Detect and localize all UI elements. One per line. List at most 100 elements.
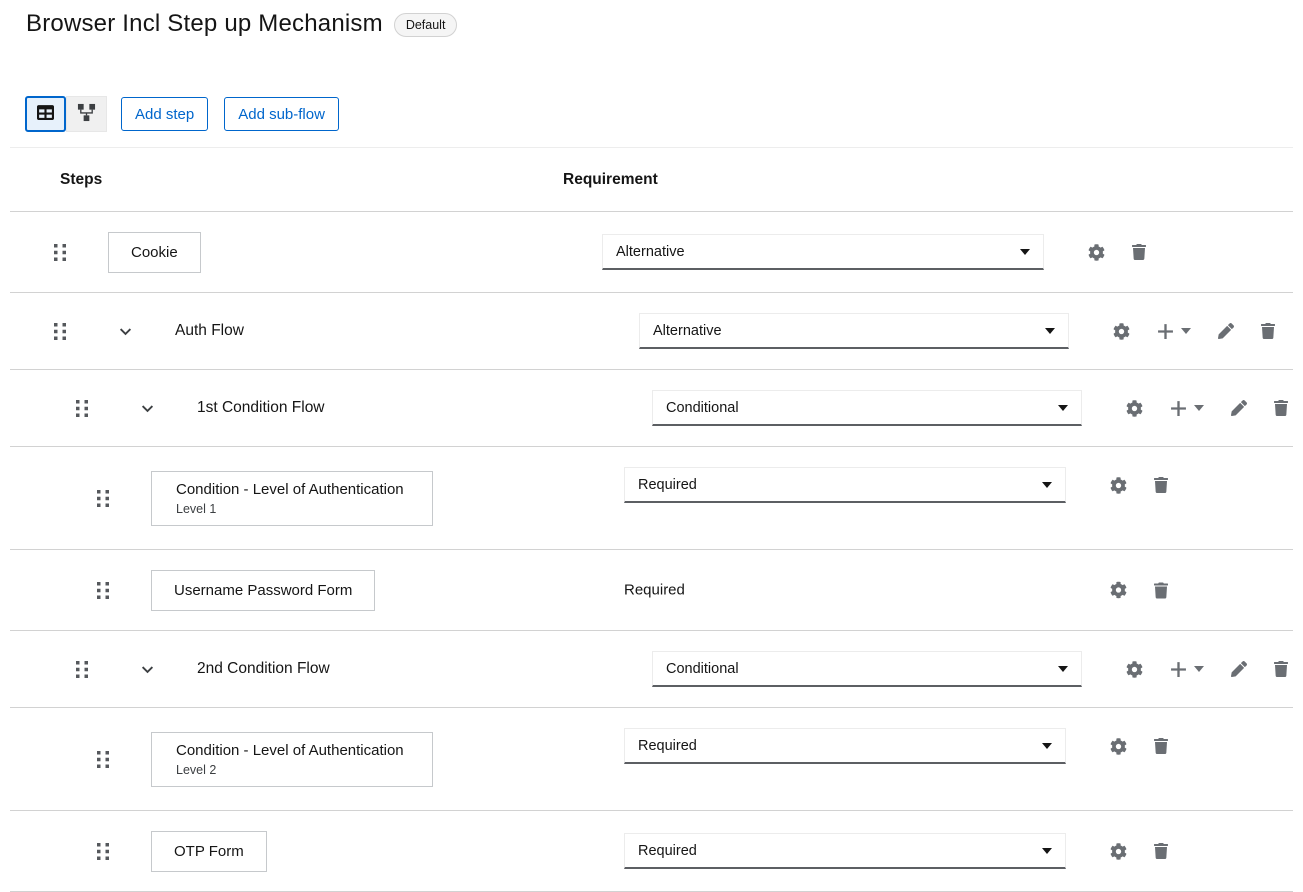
column-header-requirement: Requirement <box>563 171 658 189</box>
delete-button[interactable] <box>1154 738 1168 754</box>
add-step-button[interactable]: Add step <box>121 97 208 131</box>
requirement-select[interactable]: Required <box>624 833 1066 869</box>
step-label: Condition - Level of Authentication <box>176 742 404 759</box>
edit-button[interactable] <box>1218 323 1234 339</box>
trash-icon <box>1274 661 1288 677</box>
subflow-label: 1st Condition Flow <box>197 399 325 417</box>
gear-icon <box>1110 582 1127 599</box>
step-card: Cookie <box>108 232 201 273</box>
drag-handle-icon[interactable] <box>97 490 109 507</box>
table-row: 2nd Condition Flow Conditional <box>10 631 1293 708</box>
delete-button[interactable] <box>1154 582 1168 598</box>
requirement-cell: Conditional <box>652 651 1288 687</box>
drag-handle-icon[interactable] <box>76 661 88 678</box>
requirement-select[interactable]: Alternative <box>602 234 1044 270</box>
drag-handle-icon[interactable] <box>97 582 109 599</box>
delete-button[interactable] <box>1261 323 1275 339</box>
add-subflow-button[interactable]: Add sub-flow <box>224 97 339 131</box>
delete-button[interactable] <box>1132 244 1146 260</box>
default-badge: Default <box>394 13 458 38</box>
gear-icon <box>1088 244 1105 261</box>
trash-icon <box>1261 323 1275 339</box>
requirement-select[interactable]: Conditional <box>652 390 1082 426</box>
drag-handle-icon[interactable] <box>97 751 109 768</box>
step-subtitle: Level 1 <box>176 502 404 516</box>
requirement-value: Alternative <box>616 244 685 260</box>
table-row: 1st Condition Flow Conditional <box>10 370 1293 447</box>
drag-handle-icon[interactable] <box>76 400 88 417</box>
diagram-view-toggle[interactable] <box>66 96 107 132</box>
gear-icon <box>1110 843 1127 860</box>
requirement-value: Required <box>624 582 1066 599</box>
step-label: Cookie <box>131 244 178 261</box>
requirement-select[interactable]: Required <box>624 467 1066 503</box>
step-card: Username Password Form <box>151 570 375 611</box>
table-view-toggle[interactable] <box>25 96 66 132</box>
settings-button[interactable] <box>1110 843 1127 860</box>
drag-handle-icon[interactable] <box>54 323 66 340</box>
step-subtitle: Level 2 <box>176 763 404 777</box>
chevron-down-icon[interactable] <box>141 402 154 415</box>
gear-icon <box>1110 738 1127 755</box>
edit-button[interactable] <box>1231 661 1247 677</box>
chevron-down-icon[interactable] <box>141 663 154 676</box>
requirement-select[interactable]: Conditional <box>652 651 1082 687</box>
subflow-label: 2nd Condition Flow <box>197 660 330 678</box>
add-button[interactable] <box>1157 323 1191 340</box>
requirement-value: Alternative <box>653 323 722 339</box>
requirement-select[interactable]: Required <box>624 728 1066 764</box>
settings-button[interactable] <box>1110 477 1127 494</box>
pencil-icon <box>1218 323 1234 339</box>
plus-icon <box>1170 400 1187 417</box>
gear-icon <box>1126 400 1143 417</box>
step-card: Condition - Level of AuthenticationLevel… <box>151 471 433 526</box>
requirement-cell: Alternative <box>639 313 1275 349</box>
step-card: OTP Form <box>151 831 267 872</box>
step-card: Condition - Level of Authentication Level… <box>151 732 433 787</box>
row-actions <box>1110 477 1168 494</box>
drag-handle-icon[interactable] <box>97 843 109 860</box>
page-header: Browser Incl Step up Mechanism Default <box>0 9 1303 39</box>
row-actions <box>1126 400 1288 417</box>
settings-button[interactable] <box>1110 738 1127 755</box>
toolbar: Add step Add sub-flow <box>25 96 1303 132</box>
requirement-cell: Required <box>624 582 1168 599</box>
add-button[interactable] <box>1170 400 1204 417</box>
trash-icon <box>1154 477 1168 493</box>
column-header-steps: Steps <box>60 171 102 189</box>
drag-handle-icon[interactable] <box>54 244 66 261</box>
requirement-value: Required <box>638 477 697 493</box>
caret-down-icon <box>1194 666 1204 672</box>
delete-button[interactable] <box>1154 477 1168 493</box>
plus-icon <box>1170 661 1187 678</box>
requirement-select[interactable]: Alternative <box>639 313 1069 349</box>
table-row: Condition - Level of AuthenticationLevel… <box>10 447 1293 550</box>
requirement-cell: Conditional <box>652 390 1288 426</box>
settings-button[interactable] <box>1113 323 1130 340</box>
flow-detail-page: Browser Incl Step up Mechanism Default A… <box>0 0 1303 892</box>
gear-icon <box>1113 323 1130 340</box>
row-actions <box>1126 661 1288 678</box>
row-actions <box>1110 738 1168 755</box>
table-body: CookieAlternativeAuth FlowAlternative1st… <box>10 212 1293 892</box>
delete-button[interactable] <box>1154 843 1168 859</box>
requirement-value: Required <box>638 843 697 859</box>
trash-icon <box>1154 582 1168 598</box>
page-title: Browser Incl Step up Mechanism <box>26 9 383 39</box>
table-header-row: Steps Requirement <box>10 148 1293 212</box>
pencil-icon <box>1231 661 1247 677</box>
delete-button[interactable] <box>1274 400 1288 416</box>
caret-down-icon <box>1194 405 1204 411</box>
steps-table: Steps Requirement CookieAlternativeAuth … <box>10 147 1293 892</box>
table-row: OTP Form Required <box>10 811 1293 892</box>
requirement-cell: Required <box>624 467 1168 503</box>
chevron-down-icon[interactable] <box>119 325 132 338</box>
settings-button[interactable] <box>1110 582 1127 599</box>
edit-button[interactable] <box>1231 400 1247 416</box>
settings-button[interactable] <box>1088 244 1105 261</box>
settings-button[interactable] <box>1126 661 1143 678</box>
requirement-cell: Alternative <box>602 234 1146 270</box>
add-button[interactable] <box>1170 661 1204 678</box>
delete-button[interactable] <box>1274 661 1288 677</box>
settings-button[interactable] <box>1126 400 1143 417</box>
